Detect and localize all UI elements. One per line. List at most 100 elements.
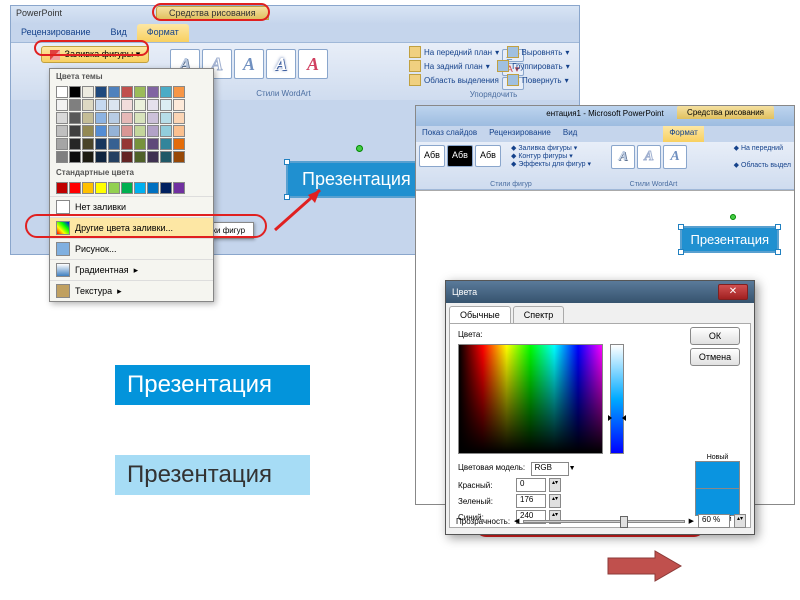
wordart-style-4[interactable]: A [266,49,296,79]
resize-handle[interactable] [284,159,290,165]
shape-presentation-2[interactable]: Презентация [680,226,779,253]
color-swatch[interactable] [147,86,159,98]
color-swatch[interactable] [95,125,107,137]
dialog-title-bar[interactable]: Цвета ✕ [446,281,754,303]
rotate-handle[interactable] [356,145,363,152]
color-swatch[interactable] [69,138,81,150]
resize-handle[interactable] [678,224,684,230]
color-swatch[interactable] [121,86,133,98]
color-swatch[interactable] [82,125,94,137]
color-swatch[interactable] [147,125,159,137]
red-spinner[interactable]: ▴▾ [549,478,561,492]
resize-handle[interactable] [678,249,684,255]
close-button[interactable]: ✕ [718,284,748,300]
color-swatch[interactable] [147,182,159,194]
color-swatch[interactable] [134,86,146,98]
color-swatch[interactable] [108,125,120,137]
hue-slider[interactable] [610,344,624,454]
color-swatch[interactable] [134,138,146,150]
shape-fill-2[interactable]: ◆ Заливка фигуры ▾ [511,144,591,152]
color-swatch[interactable] [82,138,94,150]
tab-review-2[interactable]: Рецензирование [483,126,557,142]
tab-view-2[interactable]: Вид [557,126,583,142]
color-swatch[interactable] [147,99,159,111]
resize-handle[interactable] [775,249,781,255]
drawing-tools-tab-2[interactable]: Средства рисования [677,106,774,119]
color-swatch[interactable] [82,182,94,194]
color-swatch[interactable] [121,182,133,194]
color-swatch[interactable] [95,86,107,98]
texture-fill-item[interactable]: Текстура ▸ [50,280,213,301]
tab-view[interactable]: Вид [101,24,137,42]
color-swatch[interactable] [173,112,185,124]
rotate[interactable]: Повернуть [522,76,562,85]
color-swatch[interactable] [56,138,68,150]
color-swatch[interactable] [56,182,68,194]
green-spinner[interactable]: ▴▾ [549,494,561,508]
color-swatch[interactable] [56,86,68,98]
align[interactable]: Выровнять [522,48,563,57]
shape-style-1[interactable]: Абв [419,145,445,167]
tab-format[interactable]: Формат [137,24,189,42]
shape-outline-2[interactable]: ◆ Контур фигуры ▾ [511,152,591,160]
bring-front[interactable]: На передний план [424,48,492,57]
color-swatch[interactable] [173,182,185,194]
color-swatch[interactable] [95,138,107,150]
model-select[interactable]: RGB [531,462,569,476]
hue-thumb-right[interactable] [622,415,626,421]
wordart-style-5[interactable]: A [298,49,328,79]
color-swatch[interactable] [121,138,133,150]
color-swatch[interactable] [147,138,159,150]
color-swatch[interactable] [147,151,159,163]
transparency-slider[interactable] [523,520,684,523]
color-spectrum[interactable] [458,344,603,454]
color-swatch[interactable] [108,99,120,111]
action-arrow-icon[interactable] [605,548,685,584]
color-swatch[interactable] [69,86,81,98]
cancel-button[interactable]: Отмена [690,348,740,366]
color-swatch[interactable] [160,86,172,98]
color-swatch[interactable] [160,138,172,150]
color-swatch[interactable] [108,151,120,163]
color-swatch[interactable] [160,125,172,137]
color-swatch[interactable] [173,99,185,111]
color-swatch[interactable] [173,125,185,137]
color-swatch[interactable] [95,112,107,124]
color-swatch[interactable] [108,182,120,194]
resize-handle[interactable] [775,224,781,230]
hue-thumb-left[interactable] [608,415,612,421]
transparency-input[interactable]: 60 % [698,514,730,528]
shape-effects-2[interactable]: ◆ Эффекты для фигур ▾ [511,160,591,168]
color-swatch[interactable] [147,112,159,124]
group-btn[interactable]: Группировать [512,62,563,71]
gradient-fill-item[interactable]: Градиентная ▸ [50,259,213,280]
color-swatch[interactable] [82,99,94,111]
color-swatch[interactable] [134,182,146,194]
color-swatch[interactable] [69,182,81,194]
tab-standard-colors[interactable]: Обычные [449,306,511,323]
color-swatch[interactable] [108,86,120,98]
color-swatch[interactable] [160,182,172,194]
color-swatch[interactable] [160,151,172,163]
green-input[interactable]: 176 [516,494,546,508]
color-swatch[interactable] [134,125,146,137]
color-swatch[interactable] [160,99,172,111]
tab-slideshow[interactable]: Показ слайдов [416,126,483,142]
send-back[interactable]: На задний план [424,62,483,71]
shape-fill-button[interactable]: Заливка фигуры ▾ [41,46,149,63]
color-swatch[interactable] [56,112,68,124]
color-swatch[interactable] [108,138,120,150]
picture-fill-item[interactable]: Рисунок... [50,238,213,259]
color-swatch[interactable] [160,112,172,124]
color-swatch[interactable] [134,99,146,111]
wa2-3[interactable]: A [663,145,687,169]
color-swatch[interactable] [121,99,133,111]
wordart-style-3[interactable]: A [234,49,264,79]
color-swatch[interactable] [134,112,146,124]
red-input[interactable]: 0 [516,478,546,492]
shape-style-2[interactable]: Абв [447,145,473,167]
color-swatch[interactable] [95,151,107,163]
color-swatch[interactable] [95,99,107,111]
more-colors-item[interactable]: Другие цвета заливки... [50,217,213,238]
color-swatch[interactable] [121,112,133,124]
